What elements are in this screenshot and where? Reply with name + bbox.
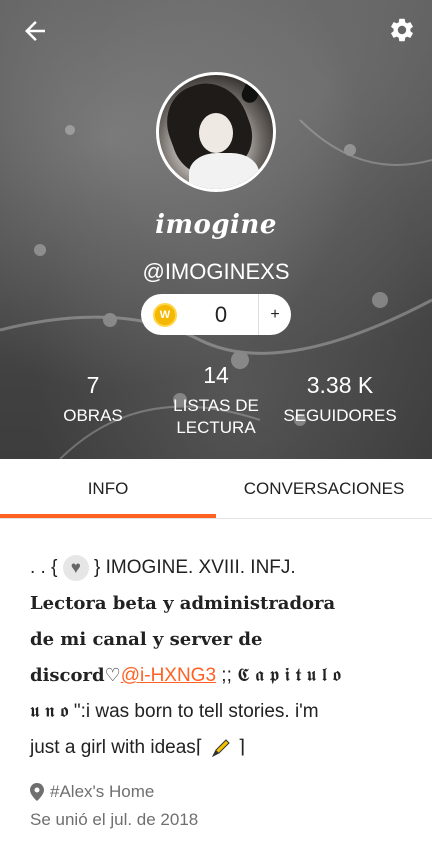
bio-line: de mi canal y server de [30,629,263,650]
stat-value: 3.38 K [306,372,374,398]
grey-heart-icon: ♥ [62,554,89,581]
settings-gear-icon[interactable] [388,16,416,44]
bio-line: Lectora beta y administradora [30,593,336,614]
display-name: imogine [155,210,277,240]
coin-icon: W [153,302,177,327]
stat-listas-de-lectura[interactable]: 14 LISTAS DE LECTURA [160,362,272,439]
location: #Alex's Home [30,782,154,802]
bio-line: just a girl with ideas⌈ ⌉ [30,737,246,758]
username: @IMOGINEXS [142,259,290,284]
location-text: #Alex's Home [50,782,155,801]
stat-obras[interactable]: 7 OBRAS [48,372,138,427]
stat-label: SEGUIDORES [283,406,397,425]
stat-seguidores[interactable]: 3.38 K SEGUIDORES [272,372,408,427]
back-arrow-icon[interactable] [20,16,50,46]
coin-count: 0 [214,301,228,327]
profile-tabs: INFO CONVERSACIONES [0,459,432,519]
bio-line: . . { ♥ } IMOGINE. XVIII. INFJ. [30,550,410,586]
bio-line: 𝖚 𝖓 𝖔 ":i was born to tell stories. i'm [30,701,319,722]
bio-line: discord♡@i-HXNG3 ;; 𝕮 𝖆 𝖕 𝖎 𝖙 𝖚 𝖑 𝖔 [30,665,342,686]
profile-bio: . . { ♥ } IMOGINE. XVIII. INFJ. Lectora … [30,550,410,766]
profile-avatar[interactable] [156,72,276,192]
mention-link[interactable]: @i-HXNG3 [121,665,216,686]
tab-conversaciones[interactable]: CONVERSACIONES [216,459,432,519]
add-coins-button[interactable]: + [259,306,291,324]
active-tab-indicator [0,514,216,518]
stat-value: 14 [203,362,229,388]
joined-date: Se unió el jul. de 2018 [30,810,199,829]
stat-label: LISTAS DE LECTURA [173,396,259,437]
profile-header: imogine @IMOGINEXS W 0 + 7 OBRAS 14 LIST… [0,0,432,459]
pen-icon [211,739,230,758]
stat-value: 7 [86,372,100,398]
coins-pill[interactable]: W 0 + [141,294,291,335]
tab-info[interactable]: INFO [0,459,216,519]
stat-label: OBRAS [63,406,123,425]
location-pin-icon [30,783,44,801]
